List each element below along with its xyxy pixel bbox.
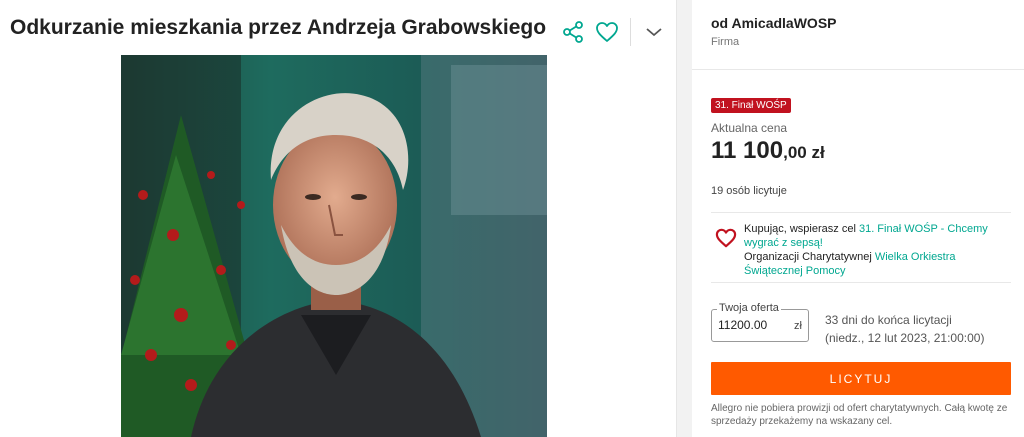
expand-button[interactable] [637,15,671,49]
charity-org-prefix: Organizacji Charytatywnej [744,251,875,263]
end-date-text: (niedz., 12 lut 2023, 21:00:00) [825,331,985,345]
listing-photo[interactable] [121,55,547,437]
time-left-text: 33 dni do końca licytacji [825,313,952,327]
actions-divider [630,18,631,46]
charity-info: Kupując, wspierasz cel 31. Finał WOŚP - … [711,220,1011,280]
charity-text: Kupując, wspierasz cel 31. Finał WOŚP - … [744,222,1009,278]
campaign-badge: 31. Finał WOŚP [711,98,791,113]
listing-main: Odkurzanie mieszkania przez Andrzeja Gra… [0,0,676,437]
column-gutter [676,0,692,437]
share-icon [563,21,583,43]
commission-note: Allegro nie pobiera prowizji od ofert ch… [711,403,1008,427]
offer-panel: od AmicadlaWOSP Firma 31. Finał WOŚP Akt… [692,0,1024,437]
divider [711,212,1011,213]
price-main: 11 100 [711,137,784,164]
current-price: 11 100,00 zł [711,137,825,165]
chevron-down-icon [646,28,662,37]
your-offer-field[interactable]: Twoja oferta zł [711,302,809,342]
charity-heart-icon [715,228,737,248]
bid-button[interactable]: LICYTUJ [711,362,1011,395]
divider [711,282,1011,283]
seller-name[interactable]: od AmicadlaWOSP [711,15,837,31]
title-row: Odkurzanie mieszkania przez Andrzeja Gra… [10,14,670,50]
charity-prefix: Kupując, wspierasz cel [744,223,859,235]
share-button[interactable] [556,15,590,49]
currency-unit: zł [794,320,802,332]
seller-box: od AmicadlaWOSP Firma [692,0,1024,70]
title-actions [556,14,671,50]
listing-title: Odkurzanie mieszkania przez Andrzeja Gra… [10,16,547,39]
bidders-count: 19 osób licytuje [711,185,787,197]
your-offer-input[interactable] [718,318,782,332]
watch-button[interactable] [590,15,624,49]
seller-type: Firma [711,36,740,48]
auction-time-left: 33 dni do końca licytacji (niedz., 12 lu… [825,311,984,347]
heart-outline-icon [596,22,618,42]
price-decimal: ,00 zł [783,143,825,162]
price-label: Aktualna cena [711,121,788,135]
photo-portrait [121,55,547,437]
your-offer-label: Twoja oferta [717,302,781,314]
